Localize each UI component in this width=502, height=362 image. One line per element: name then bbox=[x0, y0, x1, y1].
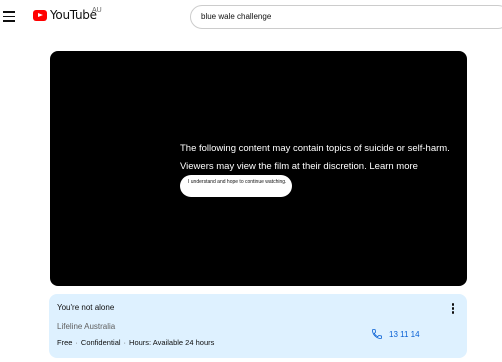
phone-icon bbox=[372, 329, 382, 339]
discretion-text-prefix: Viewers may view the film at their discr… bbox=[180, 161, 367, 172]
service-details: Free · Confidential · Hours: Available 24 ho… bbox=[57, 338, 215, 347]
phone-number: 13 11 14 bbox=[389, 329, 420, 339]
crisis-support-panel: You're not alone Lifeline Australia Free… bbox=[49, 294, 467, 358]
phone-link[interactable]: 13 11 14 bbox=[371, 328, 420, 340]
detail-confidential: Confidential bbox=[80, 338, 121, 347]
more-options-icon[interactable] bbox=[449, 303, 457, 317]
detail-free: Free bbox=[57, 338, 73, 347]
region-label: AU bbox=[92, 7, 102, 14]
video-player[interactable]: The following content may contain topics… bbox=[50, 51, 467, 286]
continue-watching-button[interactable]: I understand and hope to continue watchi… bbox=[180, 175, 292, 197]
detail-hours: Hours: Available 24 hours bbox=[129, 338, 215, 347]
organisation-name: Lifeline Australia bbox=[57, 322, 116, 331]
learn-more-link[interactable]: Learn more bbox=[369, 161, 418, 172]
search-query: blue wale challenge bbox=[201, 12, 272, 21]
menu-icon[interactable] bbox=[3, 11, 15, 23]
discretion-text: Viewers may view the film at their discr… bbox=[180, 161, 418, 172]
logo-text: YouTube bbox=[50, 8, 97, 22]
top-bar: YouTube AU blue wale challenge bbox=[0, 0, 502, 36]
youtube-play-icon bbox=[33, 9, 47, 21]
youtube-logo[interactable]: YouTube bbox=[33, 8, 97, 22]
search-input[interactable]: blue wale challenge bbox=[190, 5, 502, 29]
panel-title: You're not alone bbox=[57, 303, 115, 312]
content-warning-text: The following content may contain topics… bbox=[180, 143, 450, 154]
